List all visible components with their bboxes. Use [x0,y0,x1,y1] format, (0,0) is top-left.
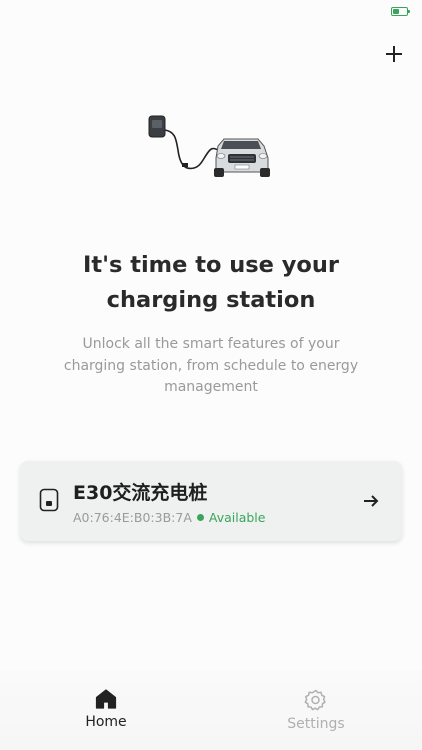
plus-icon [386,46,402,62]
battery-charging-icon [391,7,410,16]
battery-level [393,9,399,14]
tab-home-label: Home [85,714,127,730]
title-line-1: It's time to use your [82,252,340,278]
page-description: Unlock all the smart features of your ch… [63,336,359,395]
tab-settings[interactable]: Settings [266,688,366,732]
device-name: E30交流充电桩 [73,482,208,504]
page-title: It's time to use your charging station [0,248,422,318]
bottom-tab-bar: Home Settings [0,670,422,750]
tab-settings-label: Settings [287,716,345,732]
device-card[interactable]: E30交流充电桩 A0:76:4E:B0:3B:7A Available [20,461,402,541]
device-mac-address: A0:76:4E:B0:3B:7A [73,510,192,525]
home-icon [95,689,117,709]
charger-device-icon [39,488,59,512]
gear-icon [304,689,326,711]
add-device-button[interactable] [382,42,406,66]
device-meta: A0:76:4E:B0:3B:7A Available [73,510,265,525]
device-status: Available [208,510,266,525]
status-bar [0,0,422,24]
status-dot [196,514,204,521]
title-line-2: charging station [106,287,316,313]
arrow-right-icon[interactable] [362,492,380,510]
tab-home[interactable]: Home [56,688,156,730]
charger-and-car-illustration [140,110,280,185]
